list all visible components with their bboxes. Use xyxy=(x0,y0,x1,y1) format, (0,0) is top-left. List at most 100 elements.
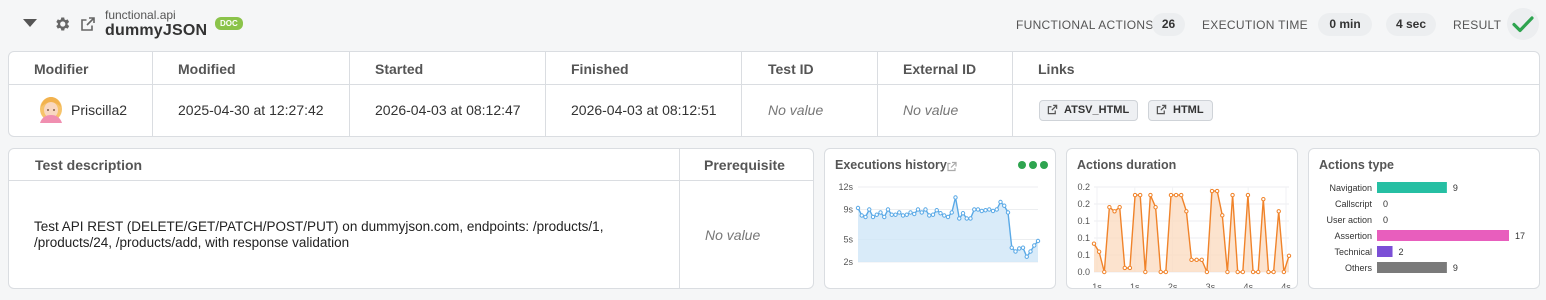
duration-point xyxy=(1179,192,1184,198)
html-label: HTML xyxy=(1173,104,1204,116)
history-point xyxy=(960,211,966,216)
started-column: Started 2026-04-03 at 08:12:47 xyxy=(350,52,546,136)
history-point xyxy=(945,214,951,220)
started-header: Started xyxy=(375,61,424,77)
category-label: Technical xyxy=(1334,247,1372,257)
external-id-value: No value xyxy=(903,102,959,118)
history-point xyxy=(912,211,917,217)
modified-column: Modified 2025-04-30 at 12:27:42 xyxy=(153,52,350,136)
y-tick-label: 0.2 xyxy=(1077,182,1090,192)
modifier-column: Modifier Priscilla2 xyxy=(9,52,153,136)
history-point xyxy=(1009,245,1014,250)
history-point xyxy=(927,213,932,218)
history-point xyxy=(1002,203,1007,208)
atsv-html-label: ATSV_HTML xyxy=(1064,104,1130,116)
duration-point xyxy=(1240,269,1246,275)
modifier-header: Modifier xyxy=(34,61,89,77)
history-point xyxy=(957,216,962,221)
modified-header: Modified xyxy=(178,61,236,77)
category-label: User action xyxy=(1326,215,1372,225)
history-point xyxy=(968,216,973,221)
execution-time-label: EXECUTION TIME xyxy=(1202,18,1308,32)
bar-value-label: 2 xyxy=(1399,247,1404,257)
bar-value-label: 0 xyxy=(1383,199,1388,209)
test-id-value: No value xyxy=(768,102,824,118)
bar-value-label: 9 xyxy=(1453,183,1458,193)
duration-point xyxy=(1102,269,1107,275)
history-point xyxy=(900,213,906,218)
x-tick-label: 1s xyxy=(1130,282,1140,289)
history-point xyxy=(942,213,947,218)
doc-badge[interactable]: DOC xyxy=(215,17,243,30)
history-point xyxy=(1032,243,1037,248)
result-label: RESULT xyxy=(1453,18,1502,32)
atsv-html-link[interactable]: ATSV_HTML xyxy=(1039,100,1139,121)
history-point xyxy=(904,212,909,217)
duration-point xyxy=(1261,196,1266,202)
duration-point xyxy=(1225,269,1230,275)
bar xyxy=(1377,262,1447,273)
history-point xyxy=(1024,254,1029,259)
history-point xyxy=(938,211,943,216)
test-description-text: Test API REST (DELETE/GET/PATCH/POST/PUT… xyxy=(34,219,604,250)
history-point xyxy=(908,210,913,215)
history-point xyxy=(882,214,887,220)
external-link-icon[interactable] xyxy=(947,161,957,172)
test-title: dummyJSON xyxy=(105,22,208,39)
duration-point xyxy=(1189,257,1194,263)
test-id-header: Test ID xyxy=(768,61,814,77)
y-tick-label: 9s xyxy=(843,205,853,215)
duration-point xyxy=(1230,192,1235,198)
duration-point xyxy=(1235,269,1240,275)
actions-type-chart: Navigation 9 Callscript 0 User action 0 Assert… xyxy=(1326,182,1525,273)
bar-value-label: 17 xyxy=(1515,231,1525,241)
status-dot xyxy=(1018,161,1026,169)
history-point xyxy=(870,214,876,220)
duration-point xyxy=(1266,269,1271,275)
y-tick-label: 0.1 xyxy=(1077,216,1090,226)
duration-point xyxy=(1220,213,1225,218)
finished-column: Finished 2026-04-03 at 08:12:51 xyxy=(546,52,742,136)
collapse-caret-icon[interactable] xyxy=(23,19,37,27)
duration-point xyxy=(1214,188,1220,194)
category-label: Callscript xyxy=(1335,199,1373,209)
execution-time-seconds: 4 sec xyxy=(1386,13,1436,36)
history-point xyxy=(972,207,977,212)
history-point xyxy=(1013,249,1018,254)
external-link-icon[interactable] xyxy=(80,16,96,32)
y-tick-label: 0.0 xyxy=(1077,267,1090,277)
gear-icon[interactable] xyxy=(53,15,71,33)
modified-value: 2025-04-30 at 12:27:42 xyxy=(178,102,324,118)
y-tick-label: 0.2 xyxy=(1077,199,1090,209)
executions-history-panel: Executions history 12s 9s 5s 2s xyxy=(824,148,1056,289)
x-tick-label: 1s xyxy=(1092,282,1102,289)
prerequisite-header: Prerequisite xyxy=(704,157,785,173)
history-point xyxy=(889,212,894,217)
html-link[interactable]: HTML xyxy=(1148,100,1213,121)
test-path: functional.api xyxy=(105,8,176,22)
execution-time-minutes: 0 min xyxy=(1318,13,1372,36)
x-tick-label: 4s xyxy=(1243,282,1253,289)
bar-value-label: 0 xyxy=(1383,215,1388,225)
history-point xyxy=(897,210,902,215)
history-point xyxy=(983,208,988,213)
test-description-panel: Test description Prerequisite Test API R… xyxy=(8,148,814,289)
history-point xyxy=(987,207,992,212)
duration-point xyxy=(1143,269,1148,275)
history-point xyxy=(930,212,936,217)
user-avatar xyxy=(40,97,62,123)
duration-point xyxy=(1127,265,1133,271)
duration-point xyxy=(1271,269,1276,275)
finished-value: 2026-04-03 at 08:12:51 xyxy=(571,102,717,118)
result-status xyxy=(1507,8,1539,40)
functional-actions-label: FUNCTIONAL ACTIONS xyxy=(1016,18,1154,32)
status-dot xyxy=(1029,161,1037,169)
x-tick-label: 3s xyxy=(1206,282,1216,289)
execution-header: functional.api dummyJSON DOC FUNCTIONAL … xyxy=(0,0,1546,48)
history-point xyxy=(1005,210,1011,215)
duration-point xyxy=(1117,205,1122,210)
prerequisite-value: No value xyxy=(705,227,761,243)
history-point xyxy=(874,212,879,217)
bar xyxy=(1377,182,1447,193)
duration-point xyxy=(1107,205,1112,210)
